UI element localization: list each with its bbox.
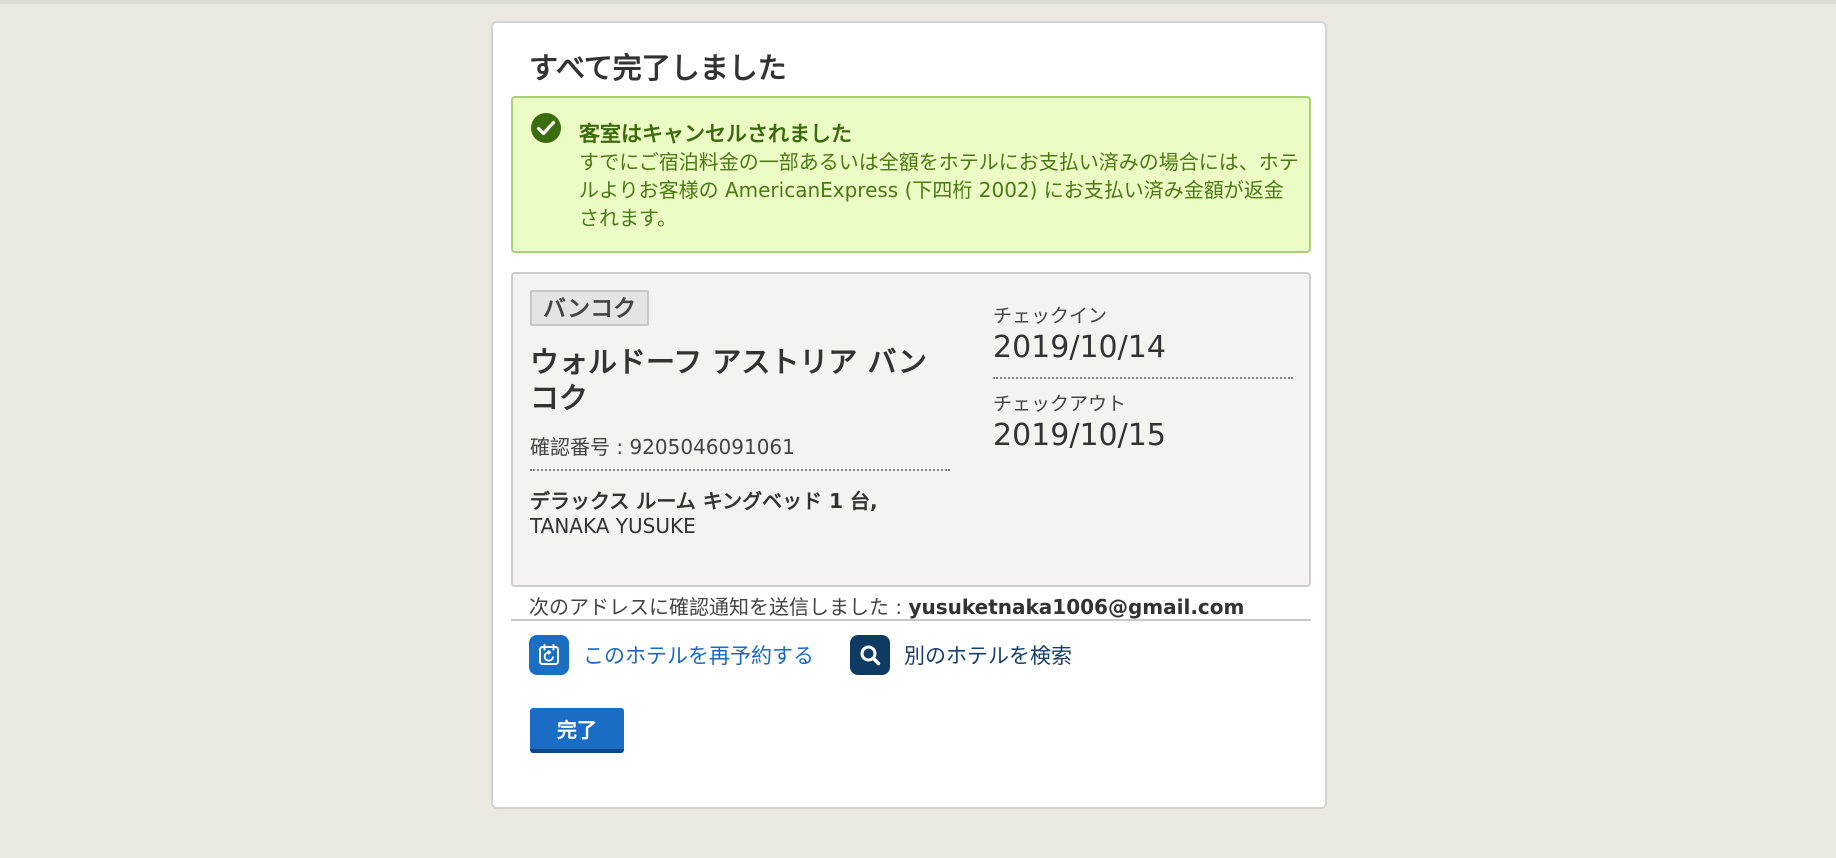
notification-email: yusuketnaka1006@gmail.com xyxy=(908,595,1245,619)
reservation-summary: バンコク ウォルドーフ アストリア バンコク 確認番号 : 9205046091… xyxy=(511,272,1311,587)
cancellation-alert: 客室はキャンセルされました すでにご宿泊料金の一部あるいは全額をホテルにお支払い… xyxy=(511,96,1311,253)
notification-message: 次のアドレスに確認通知を送信しました : yusuketnaka1006@gma… xyxy=(529,591,1244,620)
checkin-label: チェックイン xyxy=(993,305,1108,327)
rebook-hotel-label: このホテルを再予約する xyxy=(583,644,814,668)
confirmation-number: 確認番号 : 9205046091061 xyxy=(530,435,795,459)
notification-prefix: 次のアドレスに確認通知を送信しました : xyxy=(529,595,909,619)
check-circle-icon xyxy=(530,112,562,144)
alert-title: 客室はキャンセルされました xyxy=(579,122,852,146)
top-border xyxy=(0,0,1836,4)
checkout-date: 2019/10/15 xyxy=(993,418,1166,453)
room-type: デラックス ルーム キングベッド 1 台, xyxy=(530,489,878,513)
guest-name: TANAKA YUSUKE xyxy=(530,514,696,538)
done-button[interactable]: 完了 xyxy=(530,708,624,753)
rebook-hotel-link[interactable]: このホテルを再予約する xyxy=(529,635,814,675)
confirmation-card: すべて完了しました 客室はキャンセルされました すでにご宿泊料金の一部あるいは全… xyxy=(491,21,1327,809)
search-other-hotel-link[interactable]: 別のホテルを検索 xyxy=(850,635,1072,675)
calendar-rebook-icon xyxy=(529,635,569,675)
divider xyxy=(511,619,1311,621)
city-badge: バンコク xyxy=(530,290,650,326)
checkin-date: 2019/10/14 xyxy=(993,330,1166,365)
search-other-hotel-label: 別のホテルを検索 xyxy=(904,644,1072,668)
divider xyxy=(530,469,950,471)
hotel-name: ウォルドーフ アストリア バンコク xyxy=(530,345,927,415)
alert-message: すでにご宿泊料金の一部あるいは全額をホテルにお支払い済みの場合には、ホテルよりお… xyxy=(579,150,1299,230)
page-title: すべて完了しました xyxy=(529,51,787,85)
divider xyxy=(993,377,1293,379)
search-icon xyxy=(850,635,890,675)
checkout-label: チェックアウト xyxy=(993,393,1127,415)
